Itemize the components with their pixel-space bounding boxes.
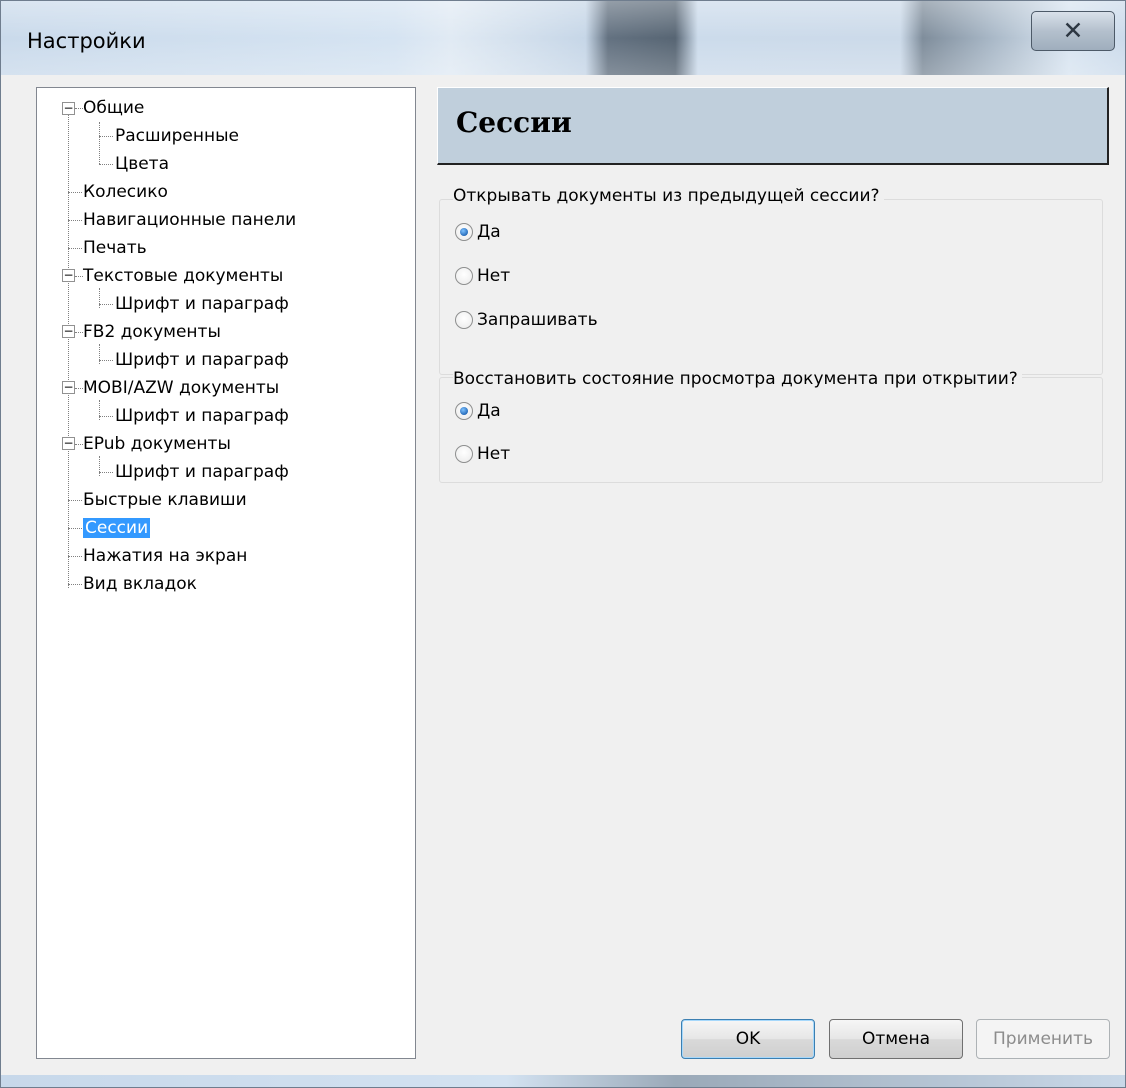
group-open-previous-label: Открывать документы из предыдущей сессии… xyxy=(453,186,884,206)
ok-button[interactable]: OK xyxy=(681,1019,815,1059)
tree-item-colors[interactable]: Цвета xyxy=(115,151,169,177)
tree-connector xyxy=(68,556,82,557)
settings-tree[interactable]: − Общие Расширенные Цвета Колесико Навиг… xyxy=(36,87,416,1059)
tree-connector xyxy=(75,108,83,109)
tree-item-nav-panels[interactable]: Навигационные панели xyxy=(83,207,296,233)
tree-item-epub-font[interactable]: Шрифт и параграф xyxy=(115,459,289,485)
radio-selected-icon xyxy=(455,223,473,241)
tree-connector xyxy=(99,122,100,164)
tree-connector xyxy=(99,136,113,137)
tree-item-sessions[interactable]: Сессии xyxy=(83,515,151,541)
tree-connector xyxy=(99,416,113,417)
tree-item-advanced[interactable]: Расширенные xyxy=(115,123,239,149)
tree-connector xyxy=(75,388,83,389)
collapse-icon[interactable]: − xyxy=(62,381,75,394)
tree-connector xyxy=(99,304,113,305)
tree-connector xyxy=(68,192,82,193)
collapse-icon[interactable]: − xyxy=(62,102,75,115)
tree-item-epub-docs[interactable]: EPub документы xyxy=(83,431,231,457)
tree-item-hotkeys[interactable]: Быстрые клавиши xyxy=(83,487,247,513)
tree-item-text-font[interactable]: Шрифт и параграф xyxy=(115,291,289,317)
tree-connector xyxy=(75,276,83,277)
collapse-icon[interactable]: − xyxy=(62,437,75,450)
tree-connector xyxy=(99,400,100,420)
window-title: Настройки xyxy=(27,29,146,53)
title-bar[interactable]: Настройки ✕ xyxy=(1,1,1125,75)
page-title: Сессии xyxy=(456,106,572,139)
tree-connector xyxy=(99,164,113,165)
tree-connector xyxy=(68,248,82,249)
group-restore-state xyxy=(439,377,1103,483)
tree-connector xyxy=(68,220,82,221)
tree-item-screen-taps[interactable]: Нажатия на экран xyxy=(83,543,247,569)
radio-icon xyxy=(455,311,473,329)
tree-connector xyxy=(99,456,100,476)
radio-icon xyxy=(455,267,473,285)
group-open-previous xyxy=(439,199,1103,375)
tree-connector xyxy=(99,344,100,364)
tree-connector xyxy=(68,500,82,501)
page-header: Сессии xyxy=(437,87,1109,165)
tree-item-print[interactable]: Печать xyxy=(83,235,147,261)
tree-item-general[interactable]: Общие xyxy=(83,95,144,121)
close-button[interactable]: ✕ xyxy=(1031,11,1115,51)
tree-connector xyxy=(99,472,113,473)
tree-connector xyxy=(75,332,83,333)
collapse-icon[interactable]: − xyxy=(62,269,75,282)
window-frame-bottom xyxy=(1,1075,1125,1087)
tree-connector xyxy=(68,528,82,529)
tree-item-fb2-docs[interactable]: FB2 документы xyxy=(83,319,221,345)
tree-item-fb2-font[interactable]: Шрифт и параграф xyxy=(115,347,289,373)
tree-connector xyxy=(68,114,69,588)
title-bar-gloss xyxy=(1,1,1125,75)
tree-item-wheel[interactable]: Колесико xyxy=(83,179,168,205)
collapse-icon[interactable]: − xyxy=(62,325,75,338)
tree-item-text-docs[interactable]: Текстовые документы xyxy=(83,263,283,289)
apply-button[interactable]: Применить xyxy=(976,1019,1110,1059)
tree-connector xyxy=(75,444,83,445)
cancel-button[interactable]: Отмена xyxy=(829,1019,963,1059)
close-icon: ✕ xyxy=(1062,16,1084,45)
tree-connector xyxy=(99,360,113,361)
tree-connector xyxy=(99,288,100,308)
radio-icon xyxy=(455,445,473,463)
tree-connector xyxy=(68,584,82,585)
group-restore-state-label: Восстановить состояние просмотра докумен… xyxy=(453,369,1022,389)
tree-item-tab-view[interactable]: Вид вкладок xyxy=(83,571,197,597)
settings-dialog: Настройки ✕ − Общие Расширенные Цвета Ко… xyxy=(0,0,1126,1088)
tree-item-mobi-font[interactable]: Шрифт и параграф xyxy=(115,403,289,429)
tree-item-mobi-docs[interactable]: MOBI/AZW документы xyxy=(83,375,279,401)
radio-selected-icon xyxy=(455,402,473,420)
